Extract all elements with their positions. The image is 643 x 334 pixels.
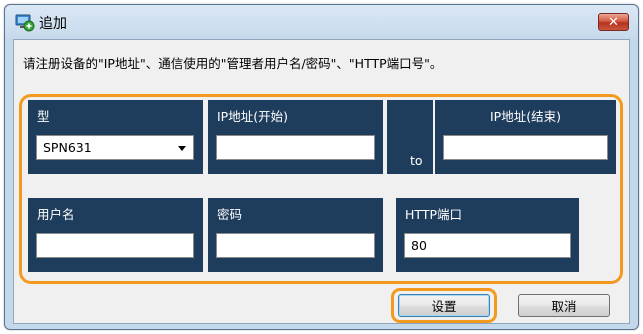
window-title: 追加 [39,16,67,32]
password-input[interactable] [216,233,375,258]
ip-end-label: IP地址(结束) [490,109,561,124]
close-button[interactable]: ✕ [598,13,629,31]
ip-start-cell: IP地址(开始) [208,100,383,174]
dialog-content: 请注册设备的"IP地址"、通信使用的"管理者用户名/密码"、"HTTP端口号"。… [13,39,630,324]
dialog-window: 追加 ✕ 请注册设备的"IP地址"、通信使用的"管理者用户名/密码"、"HTTP… [4,4,639,330]
chevron-down-icon [178,146,186,151]
pc-add-icon [15,14,35,32]
http-port-input[interactable] [404,233,571,258]
password-label: 密码 [217,207,243,222]
ip-end-input[interactable] [443,135,608,160]
model-cell: 型 SPN631 [28,100,203,174]
instruction-text: 请注册设备的"IP地址"、通信使用的"管理者用户名/密码"、"HTTP端口号"。 [23,56,443,71]
password-cell: 密码 [208,198,383,272]
username-label: 用户名 [37,207,75,222]
model-selected-value: SPN631 [43,140,92,155]
set-button[interactable]: 设置 [398,294,490,317]
ip-start-input[interactable] [216,135,375,160]
to-label: to [410,153,423,168]
model-select[interactable]: SPN631 [36,135,194,160]
username-input[interactable] [36,233,194,258]
http-port-label: HTTP端口 [405,207,462,222]
ip-start-label: IP地址(开始) [217,109,288,124]
model-label: 型 [37,109,50,124]
username-cell: 用户名 [28,198,203,272]
cancel-button[interactable]: 取消 [518,294,610,317]
http-port-cell: HTTP端口 [396,198,579,272]
ip-end-cell: IP地址(结束) [435,100,616,174]
title-bar[interactable]: 追加 ✕ [5,5,638,39]
close-icon: ✕ [608,14,619,30]
